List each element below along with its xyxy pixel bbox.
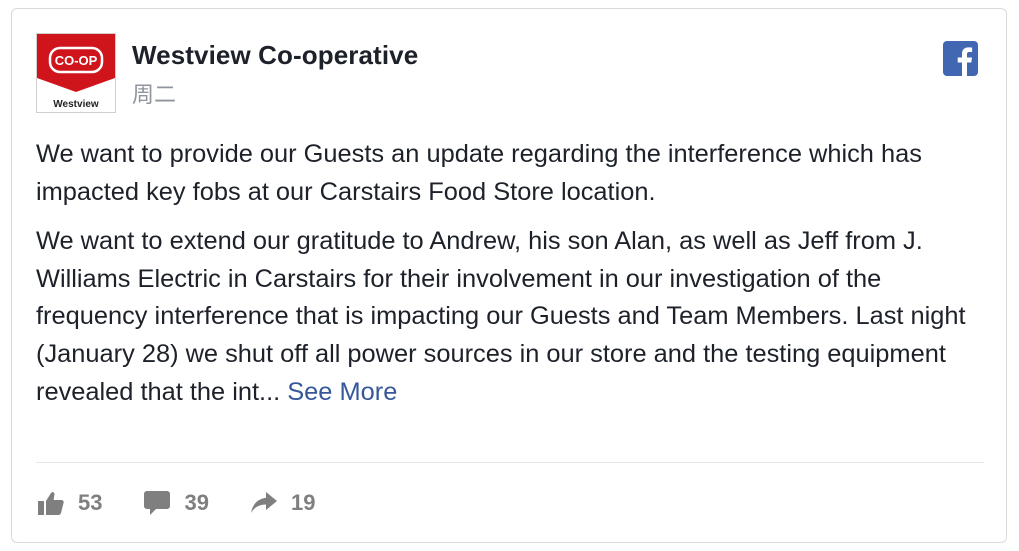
comment-count: 39	[184, 490, 209, 515]
post-paragraph-2: We want to extend our gratitude to Andre…	[36, 223, 991, 411]
share-action[interactable]: 19	[250, 490, 316, 516]
avatar-caption: Westview	[53, 99, 99, 110]
see-more-link[interactable]: See More	[287, 378, 397, 406]
share-arrow-icon	[250, 492, 277, 514]
post-timestamp[interactable]: 周二	[132, 77, 176, 109]
post-paragraph-2-text: We want to extend our gratitude to Andre…	[36, 227, 966, 406]
engagement-bar: 53 39 19	[38, 483, 357, 523]
comment-action[interactable]: 39	[144, 490, 209, 516]
comment-bubble-icon	[144, 491, 171, 515]
page-avatar[interactable]: CO-OP Westview	[36, 33, 116, 113]
share-count: 19	[290, 490, 316, 515]
post-message: We want to provide our Guests an update …	[36, 136, 991, 423]
like-count: 53	[78, 490, 103, 515]
post-paragraph-1: We want to provide our Guests an update …	[36, 140, 922, 206]
facebook-post-card: CO-OP Westview Westview Co-operative 周二 …	[11, 8, 1007, 543]
stats-divider	[36, 462, 984, 463]
page-name-link[interactable]: Westview Co-operative	[132, 40, 418, 71]
facebook-icon[interactable]	[943, 41, 978, 76]
like-action[interactable]: 53	[38, 490, 102, 516]
thumbs-up-icon	[38, 491, 64, 515]
avatar-badge-text: CO-OP	[55, 53, 98, 68]
